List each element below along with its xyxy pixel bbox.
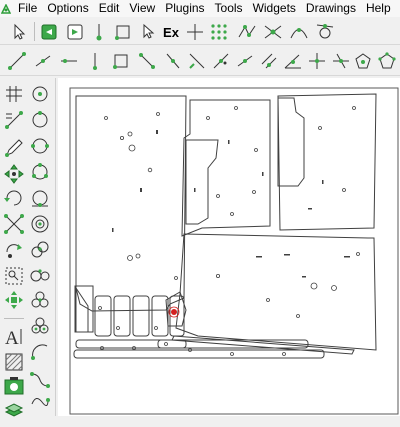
menu-drawings[interactable]: Drawings xyxy=(301,0,361,17)
slash-line-icon[interactable] xyxy=(162,50,184,72)
compartment-3 xyxy=(113,295,131,337)
arc-icon[interactable] xyxy=(28,340,52,364)
circle-dot-icon[interactable] xyxy=(28,108,52,132)
circle-icon[interactable] xyxy=(28,82,52,106)
bar-2 xyxy=(73,349,325,359)
menu-plugins[interactable]: Plugins xyxy=(160,0,209,17)
tangent-snap-icon[interactable] xyxy=(314,21,336,43)
corridor-shape xyxy=(185,139,219,225)
vertical-line-icon[interactable] xyxy=(84,50,106,72)
region-lower-right xyxy=(175,233,377,351)
compartment-5 xyxy=(151,295,169,337)
rectangle-icon[interactable] xyxy=(110,50,132,72)
menu-tools[interactable]: Tools xyxy=(210,0,248,17)
curve-snap-icon[interactable] xyxy=(288,21,310,43)
rotate-icon[interactable] xyxy=(2,186,26,210)
compartment-2 xyxy=(94,295,112,337)
circle-tangent-icon[interactable] xyxy=(28,186,52,210)
menu-view[interactable]: View xyxy=(124,0,160,17)
selection-marker xyxy=(171,309,177,315)
circle-3p-icon[interactable] xyxy=(28,160,52,184)
layer-green-icon[interactable] xyxy=(38,21,60,43)
image-icon[interactable] xyxy=(2,374,26,398)
snap-node-icon[interactable] xyxy=(88,21,110,43)
move-icon[interactable] xyxy=(2,162,26,186)
point-pentagon-icon[interactable] xyxy=(352,50,374,72)
menubar: File Options Edit View Plugins Tools Wid… xyxy=(0,0,400,17)
zoom-icon[interactable] xyxy=(2,264,26,288)
pencil-icon[interactable] xyxy=(2,136,26,160)
arc-3p-icon[interactable] xyxy=(28,366,52,390)
segment-icon[interactable] xyxy=(32,50,54,72)
parallel-line-icon[interactable] xyxy=(258,50,280,72)
measure-icon[interactable] xyxy=(2,108,26,132)
region-top-middle xyxy=(181,99,271,237)
arc-circle-icon[interactable] xyxy=(28,134,52,158)
region-top-right xyxy=(277,93,377,231)
drawing-canvas[interactable] xyxy=(58,78,400,416)
bar-diagonal xyxy=(171,335,355,355)
bar-1 xyxy=(75,339,187,349)
menu-options[interactable]: Options xyxy=(42,0,93,17)
hatch-icon[interactable] xyxy=(2,350,26,374)
toolbar-drawing xyxy=(0,46,400,76)
circles-icon[interactable] xyxy=(28,238,52,262)
spline-icon[interactable] xyxy=(28,390,52,414)
circles-cluster-icon[interactable] xyxy=(28,314,52,338)
floor-plan-drawing xyxy=(69,87,399,415)
crosshair-icon[interactable] xyxy=(184,21,206,43)
select-arrow-icon[interactable] xyxy=(8,21,30,43)
circles-pair-icon[interactable] xyxy=(28,264,52,288)
toolbar-top: Ex xyxy=(0,18,400,45)
intersection-snap-icon[interactable] xyxy=(262,21,284,43)
explode-label: Ex xyxy=(163,24,179,40)
line-icon[interactable] xyxy=(6,50,28,72)
menu-edit[interactable]: Edit xyxy=(94,0,125,17)
explode-icon[interactable]: Ex xyxy=(160,21,182,43)
snap-rectangle-icon[interactable] xyxy=(112,21,134,43)
layer-white-icon[interactable] xyxy=(64,21,86,43)
text-icon[interactable]: A xyxy=(2,324,26,349)
menu-widgets[interactable]: Widgets xyxy=(248,0,301,17)
region-left-large xyxy=(75,95,187,312)
arc-segment-icon[interactable] xyxy=(136,50,158,72)
concentric-circles-icon[interactable] xyxy=(28,212,52,236)
compartment-4 xyxy=(132,295,150,337)
text-tool-glyph: A xyxy=(5,328,19,348)
polyline-snap-icon[interactable] xyxy=(236,21,258,43)
polyline-icon[interactable] xyxy=(58,50,80,72)
grid-icon[interactable] xyxy=(2,82,26,106)
diagonal-line-icon[interactable] xyxy=(186,50,208,72)
mirror-icon[interactable] xyxy=(2,238,26,262)
scale-icon[interactable] xyxy=(2,212,26,236)
menu-file[interactable]: File xyxy=(13,0,42,17)
region-top-right-inner xyxy=(277,97,305,187)
intersect-lines-icon[interactable] xyxy=(330,50,352,72)
bisect-icon[interactable] xyxy=(282,50,304,72)
pentagon-icon[interactable] xyxy=(376,50,398,72)
cursor-icon[interactable] xyxy=(136,21,158,43)
angle-line-icon[interactable] xyxy=(306,50,328,72)
node-move-icon[interactable] xyxy=(2,288,26,312)
hatch-line-icon[interactable] xyxy=(210,50,232,72)
menu-help[interactable]: Help xyxy=(361,0,396,17)
left-toolbar: A xyxy=(0,78,56,417)
layers-icon[interactable] xyxy=(2,398,26,422)
bar-3 xyxy=(157,339,309,349)
circles-triple-icon[interactable] xyxy=(28,288,52,312)
dot-grid-icon[interactable] xyxy=(208,21,230,43)
app-icon xyxy=(1,3,11,14)
sheet-border xyxy=(69,87,399,415)
midpoint-line-icon[interactable] xyxy=(234,50,256,72)
